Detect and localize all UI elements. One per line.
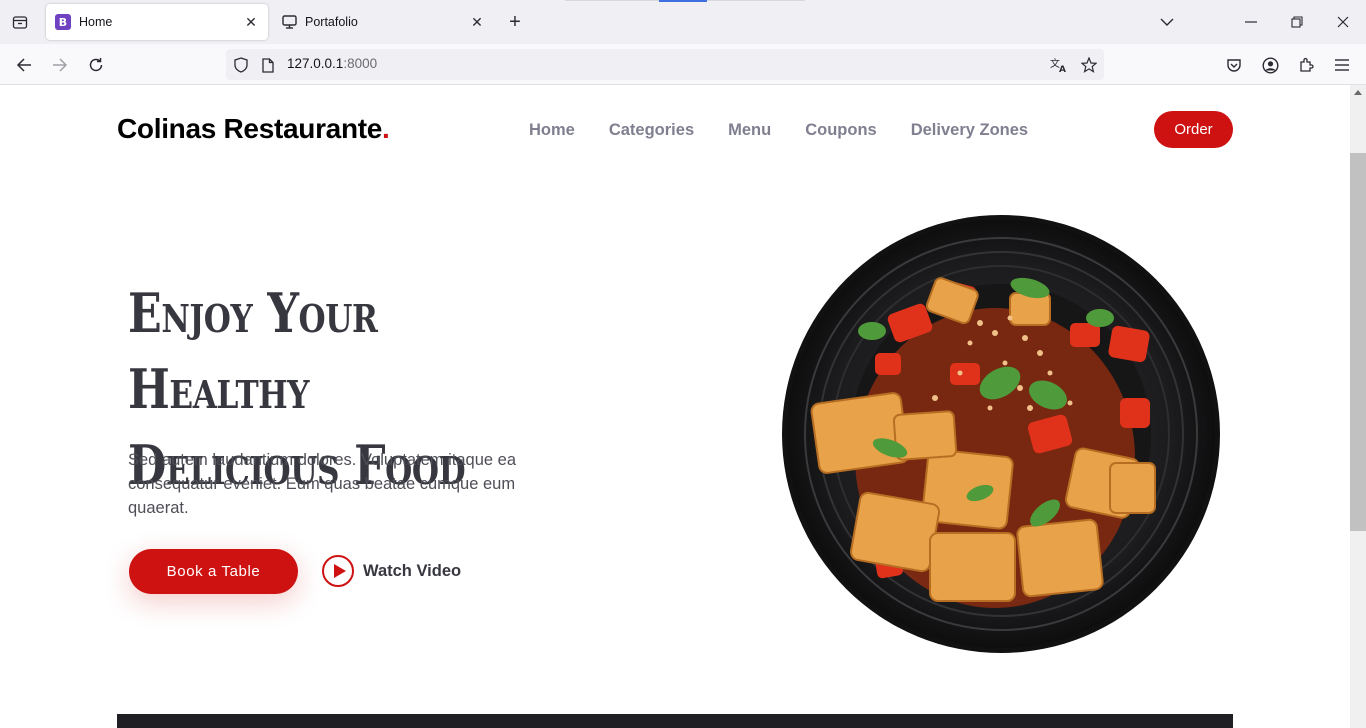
list-all-tabs-icon[interactable] (1152, 8, 1182, 36)
account-icon[interactable] (1256, 51, 1284, 79)
navigation-toolbar: 127.0.0.1:8000 文A (0, 44, 1366, 85)
shield-icon[interactable] (230, 54, 252, 76)
url-host: 127.0.0.1 (287, 56, 344, 71)
watch-video-label: Watch Video (363, 561, 462, 580)
watch-video-link[interactable]: Watch Video (322, 555, 461, 587)
hero-description: Sed autem laudantium dolores. Voluptatem… (128, 451, 517, 517)
pocket-icon[interactable] (1220, 51, 1248, 79)
play-icon (322, 555, 354, 587)
logo-text: Colinas Restaurante (117, 113, 383, 144)
restore-icon[interactable] (1282, 8, 1312, 36)
close-window-icon[interactable] (1328, 8, 1358, 36)
url-text: 127.0.0.1:8000 (287, 56, 377, 71)
bookmark-star-icon[interactable] (1078, 54, 1100, 76)
bootstrap-icon: B (55, 14, 71, 30)
nav-menu[interactable]: Menu (728, 121, 771, 140)
tab-list-icon (12, 16, 28, 29)
tab-portafolio[interactable]: Portafolio ✕ (272, 4, 494, 40)
forward-icon[interactable] (46, 51, 74, 79)
tab-bar: B Home ✕ Portafolio ✕ + (0, 0, 1366, 44)
monitor-icon (281, 14, 297, 30)
scroll-up-icon[interactable] (1354, 90, 1362, 95)
back-icon[interactable] (10, 51, 38, 79)
new-tab-button[interactable]: + (504, 11, 526, 33)
nav-categories[interactable]: Categories (609, 121, 694, 140)
scrollbar-thumb[interactable] (1350, 153, 1366, 531)
minimize-icon[interactable] (1236, 8, 1266, 36)
menu-icon[interactable] (1328, 51, 1356, 79)
translate-icon[interactable]: 文A (1048, 54, 1070, 76)
hero-title-line1: Enjoy Your Healthy (128, 281, 378, 421)
url-port: :8000 (343, 56, 378, 71)
page-viewport: Colinas Restaurante. Home Categories Men… (0, 85, 1350, 728)
loading-indicator (659, 0, 707, 2)
order-button[interactable]: Order (1154, 111, 1233, 148)
extensions-icon[interactable] (1292, 51, 1320, 79)
address-bar[interactable]: 127.0.0.1:8000 文A (226, 49, 1104, 80)
reload-icon[interactable] (82, 51, 110, 79)
close-tab-icon[interactable]: ✕ (466, 11, 488, 33)
tab-title: Portafolio (305, 15, 358, 29)
page-icon[interactable] (257, 54, 279, 76)
tab-list-button[interactable] (8, 11, 32, 33)
vertical-scrollbar[interactable] (1350, 85, 1366, 728)
section-footer-strip (117, 714, 1233, 728)
food-plate-image (782, 215, 1220, 653)
close-tab-icon[interactable]: ✕ (240, 11, 262, 33)
tab-title: Home (79, 15, 113, 29)
nav-delivery-zones[interactable]: Delivery Zones (911, 121, 1028, 140)
book-table-button[interactable]: Book a Table (129, 549, 298, 594)
logo-dot: . (382, 113, 390, 144)
svg-text:A: A (1059, 65, 1066, 73)
tab-home[interactable]: B Home ✕ (46, 4, 268, 40)
nav-home[interactable]: Home (529, 121, 575, 140)
nav-coupons[interactable]: Coupons (805, 121, 877, 140)
main-nav: Home Categories Menu Coupons Delivery Zo… (529, 121, 1062, 140)
site-logo[interactable]: Colinas Restaurante. (117, 113, 390, 145)
